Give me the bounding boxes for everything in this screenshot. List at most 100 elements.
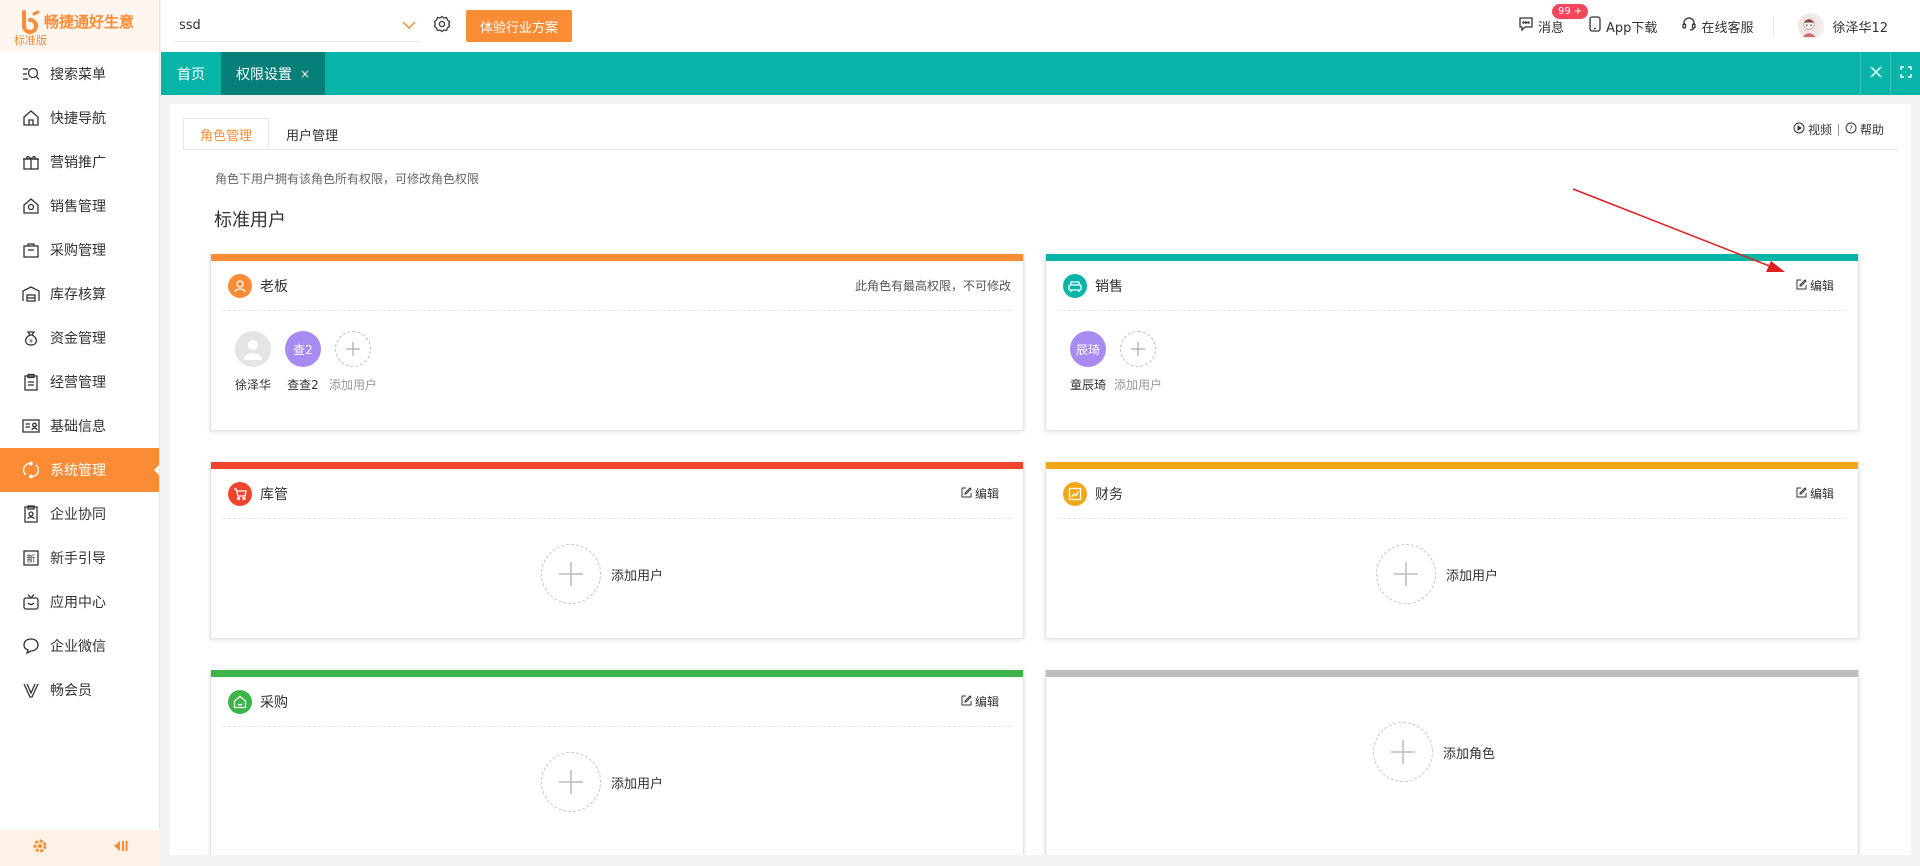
sidebar-item-guide[interactable]: 新 新手引导 [0, 536, 159, 580]
user-chip[interactable]: 查2 查查2 [278, 331, 328, 393]
role-name: 销售 [1095, 278, 1123, 295]
role-color-bar [1046, 462, 1858, 469]
add-user-label: 添加用户 [611, 568, 664, 584]
sidebar-item-collab[interactable]: 企业协同 [0, 492, 159, 536]
add-user-button[interactable]: 添加用户 [541, 752, 663, 812]
add-user-button[interactable]: 添加用户 [541, 544, 663, 604]
tab-role-management[interactable]: 角色管理 [183, 118, 270, 150]
help-circle-icon: ? [1845, 122, 1857, 137]
brand-logo[interactable]: 畅捷通好生意 标准版 [0, 0, 159, 52]
role-note: 此角色有最高权限，不可修改 [854, 279, 1011, 293]
tab-permission-settings[interactable]: 权限设置 × [221, 52, 325, 95]
user-chip[interactable]: 徐泽华 [228, 331, 278, 393]
tab-tools [1860, 52, 1920, 95]
company-select-value: ssd [179, 18, 201, 33]
edit-icon [961, 694, 975, 709]
add-role-label: 添加角色 [1443, 746, 1496, 762]
top-header: ssd 体验行业方案 消息 99 + App下载 在线客服 徐泽华12 [161, 0, 1920, 52]
boss-icon [228, 273, 252, 298]
sidebar-item-label: 系统管理 [50, 463, 106, 479]
role-user-tabs: 角色管理 用户管理 [183, 118, 355, 150]
sidebar-item-sales[interactable]: 销售管理 [0, 184, 159, 228]
sidebar-item-operations[interactable]: 经营管理 [0, 360, 159, 404]
role-card-header: 销售 编辑 [1058, 261, 1846, 311]
tab-home[interactable]: 首页 [161, 52, 221, 95]
home-icon [22, 109, 40, 127]
collapse-sidebar-icon[interactable] [111, 838, 129, 858]
add-user-button[interactable]: 添加用户 [328, 331, 378, 393]
messages-badge: 99 + [1552, 4, 1589, 19]
sidebar-item-system[interactable]: 系统管理 [0, 448, 159, 492]
sidebar-item-marketing[interactable]: 营销推广 [0, 140, 159, 184]
role-card-boss: 老板 此角色有最高权限，不可修改 徐泽华 查2 查查2 添加用户 [210, 254, 1024, 431]
edit-label: 编辑 [974, 487, 999, 501]
messages-button[interactable]: 消息 99 + [1518, 4, 1589, 36]
role-name: 老板 [260, 278, 288, 295]
sidebar-item-inventory[interactable]: 库存核算 [0, 272, 159, 316]
sidebar-item-wecom[interactable]: 企业微信 [0, 624, 159, 668]
id-card-icon [22, 417, 40, 435]
add-user-label: 添加用户 [1446, 568, 1499, 584]
company-select[interactable]: ssd [175, 10, 420, 42]
role-hint-text: 角色下用户拥有该角色所有权限，可修改角色权限 [215, 172, 480, 186]
tab-user-management[interactable]: 用户管理 [269, 118, 355, 150]
play-circle-icon [1793, 122, 1805, 137]
sidebar-item-app-center[interactable]: 应用中心 [0, 580, 159, 624]
page-tab-bar: 首页 权限设置 × [161, 52, 1920, 95]
plus-icon [541, 544, 601, 604]
sidebar-item-label: 企业协同 [50, 507, 106, 523]
sidebar-item-quick-nav[interactable]: 快捷导航 [0, 96, 159, 140]
sofa-icon [1063, 273, 1087, 298]
fullscreen-button[interactable] [1890, 52, 1920, 95]
sidebar-item-purchase[interactable]: 采购管理 [0, 228, 159, 272]
header-divider [1773, 16, 1775, 36]
plus-icon [1373, 722, 1433, 782]
clipboard-icon [22, 373, 40, 391]
plus-icon [335, 331, 371, 367]
online-service-button[interactable]: 在线客服 [1681, 16, 1753, 36]
edit-role-button[interactable]: 编辑 [1796, 485, 1834, 502]
online-service-label: 在线客服 [1701, 20, 1754, 36]
sidebar-item-label: 畅会员 [50, 683, 92, 699]
help-link[interactable]: ? 帮助 [1845, 121, 1884, 138]
add-user-button[interactable]: 添加用户 [1113, 331, 1163, 393]
sidebar-item-label: 库存核算 [50, 287, 106, 303]
add-user-button[interactable]: 添加用户 [1376, 544, 1498, 604]
header-actions: 消息 99 + App下载 在线客服 徐泽华12 [1494, 0, 1920, 52]
tab-close-icon[interactable]: × [300, 67, 310, 81]
role-card-header: 老板 此角色有最高权限，不可修改 [223, 261, 1011, 311]
user-avatar: 查2 [285, 331, 321, 367]
user-menu[interactable]: 徐泽华12 [1798, 13, 1888, 39]
role-card-purchase: 采购 编辑 添加用户 [210, 670, 1024, 855]
sidebar-item-label: 经营管理 [50, 375, 106, 391]
edit-role-button[interactable]: 编辑 [961, 693, 999, 710]
role-card-sales: 销售 编辑 辰琦 童辰琦 添加用户 [1045, 254, 1859, 431]
add-user-label: 添加用户 [611, 776, 664, 792]
message-icon [1518, 16, 1538, 36]
sidebar-item-label: 资金管理 [50, 331, 106, 347]
sales-icon [22, 197, 40, 215]
close-all-tabs-button[interactable] [1860, 52, 1890, 95]
system-icon [22, 461, 40, 479]
edit-role-button[interactable]: 编辑 [961, 485, 999, 502]
app-download-button[interactable]: App下载 [1588, 16, 1657, 36]
sidebar-item-search-menu[interactable]: 搜索菜单 [0, 52, 159, 96]
edit-role-button[interactable]: 编辑 [1796, 277, 1834, 294]
settings-gear-icon[interactable] [32, 838, 48, 858]
role-name: 财务 [1095, 486, 1123, 503]
brand-name: 畅捷通好生意 [44, 12, 135, 31]
company-settings-button[interactable] [432, 15, 452, 37]
role-users: 辰琦 童辰琦 添加用户 [1046, 311, 1858, 393]
video-link[interactable]: 视频 [1793, 121, 1832, 138]
gear-icon [433, 15, 451, 37]
trial-industry-plan-button[interactable]: 体验行业方案 [466, 10, 573, 42]
role-card-finance: 财务 编辑 添加用户 [1045, 462, 1859, 639]
role-name: 采购 [260, 694, 288, 711]
user-chip[interactable]: 辰琦 童辰琦 [1063, 331, 1113, 393]
user-name: 查查2 [287, 378, 319, 392]
sidebar-item-funds[interactable]: ¥ 资金管理 [0, 316, 159, 360]
money-bag-icon: ¥ [22, 329, 40, 347]
sidebar-item-vip[interactable]: 畅会员 [0, 668, 159, 712]
add-role-button[interactable]: 添加角色 [1373, 722, 1495, 782]
sidebar-item-basic-info[interactable]: 基础信息 [0, 404, 159, 448]
